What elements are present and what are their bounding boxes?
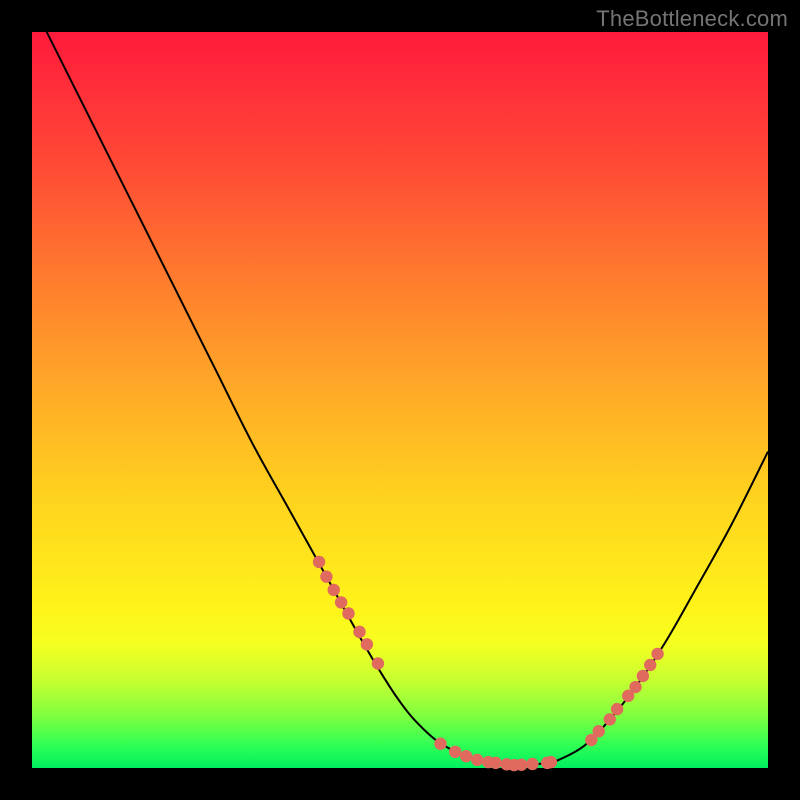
marker-point: [320, 570, 332, 582]
watermark-text: TheBottleneck.com: [596, 6, 788, 32]
marker-point: [644, 659, 656, 671]
marker-point: [611, 703, 623, 715]
marker-point: [353, 626, 365, 638]
marker-point: [515, 758, 527, 770]
marker-point: [335, 596, 347, 608]
curve-layer: [32, 32, 768, 768]
marker-point: [449, 746, 461, 758]
marker-point: [313, 556, 325, 568]
marker-point: [361, 638, 373, 650]
marker-point: [651, 648, 663, 660]
marker-point: [372, 657, 384, 669]
marker-point: [545, 756, 557, 768]
marker-point: [489, 757, 501, 769]
marker-point: [342, 607, 354, 619]
marker-group: [313, 556, 664, 772]
marker-point: [637, 670, 649, 682]
marker-point: [629, 681, 641, 693]
chart-stage: TheBottleneck.com: [0, 0, 800, 800]
marker-point: [526, 758, 538, 770]
marker-point: [604, 713, 616, 725]
plot-area: [32, 32, 768, 768]
marker-point: [328, 584, 340, 596]
marker-point: [471, 754, 483, 766]
marker-point: [434, 738, 446, 750]
marker-point: [593, 725, 605, 737]
marker-point: [460, 750, 472, 762]
